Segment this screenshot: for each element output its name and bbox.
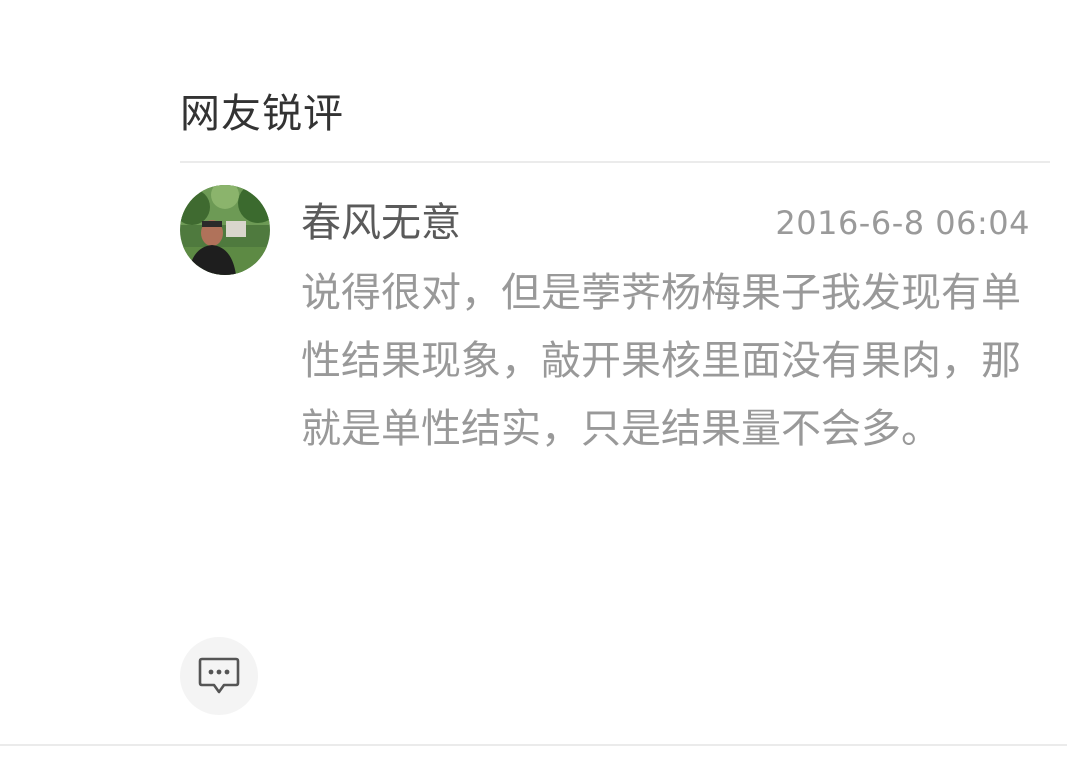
section-title: 网友锐评 [180, 91, 344, 137]
reply-button[interactable] [180, 637, 258, 715]
avatar-photo-icon [180, 185, 270, 275]
comment-timestamp: 2016-6-8 06:04 [775, 204, 1030, 242]
user-avatar[interactable] [180, 185, 270, 275]
comment-username[interactable]: 春风无意 [301, 197, 461, 249]
bottom-divider [0, 744, 1067, 746]
title-divider [180, 161, 1050, 163]
comment-text: 说得很对，但是荸荠杨梅果子我发现有单性结果现象，敲开果核里面没有果肉，那就是单性… [301, 270, 1021, 452]
comment-bubble-icon [198, 657, 240, 694]
